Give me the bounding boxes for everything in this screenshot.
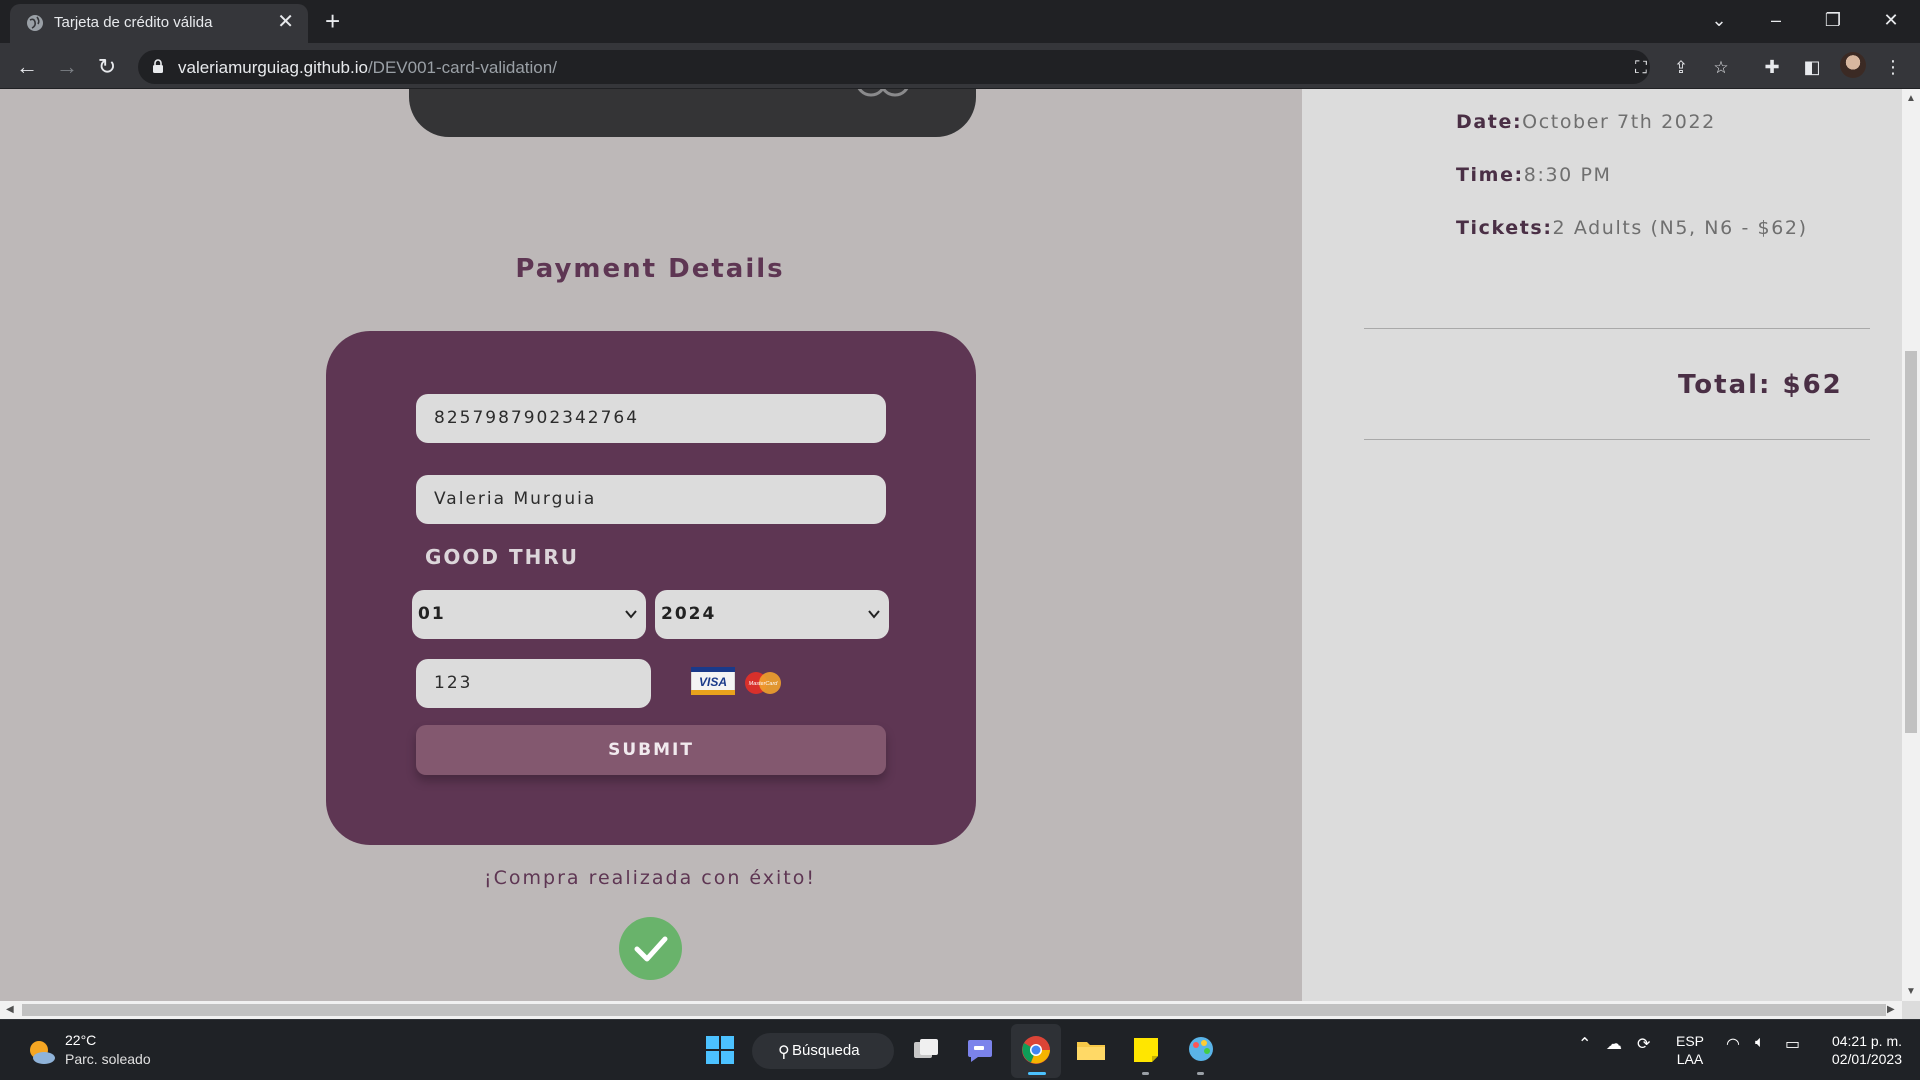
event-time: Time:8:30 PM [1456, 164, 1612, 186]
close-window-button[interactable]: ✕ [1871, 6, 1911, 34]
tab-title: Tarjeta de crédito válida [54, 14, 213, 31]
scroll-up-arrow-icon[interactable]: ▲ [1906, 93, 1916, 104]
taskbar-search[interactable]: ⚲ Búsqueda [752, 1033, 894, 1069]
restore-button[interactable]: ❐ [1813, 6, 1853, 34]
year-select-value: 2024 [661, 604, 717, 624]
scroll-left-arrow-icon[interactable]: ◀ [6, 1004, 14, 1015]
card-brand-circles-icon [857, 89, 909, 97]
success-check-icon [619, 917, 682, 980]
task-view-icon[interactable] [910, 1034, 942, 1066]
file-explorer-icon[interactable] [1075, 1034, 1107, 1066]
vertical-scrollbar[interactable]: ▲ ▼ [1902, 89, 1920, 1001]
browser-toolbar: ← → ↻ valeriamurguiag.github.io/DEV001-c… [0, 43, 1920, 89]
reload-button[interactable]: ↻ [93, 53, 121, 81]
weather-temperature[interactable]: 22°C [65, 1032, 96, 1048]
windows-start-icon[interactable] [704, 1034, 736, 1066]
order-total: Total: $62 [1678, 370, 1843, 400]
back-button[interactable]: ← [13, 53, 41, 81]
weather-description[interactable]: Parc. soleado [65, 1051, 151, 1067]
extensions-icon[interactable]: ✚ [1759, 54, 1785, 80]
wifi-icon[interactable]: ◠ [1726, 1034, 1740, 1054]
teams-chat-icon[interactable] [964, 1034, 996, 1066]
new-tab-button[interactable]: + [325, 6, 340, 36]
url-text: valeriamurguiag.github.io/DEV001-card-va… [178, 58, 557, 77]
paint-app-icon[interactable] [1185, 1034, 1217, 1066]
scroll-right-arrow-icon[interactable]: ▶ [1887, 1004, 1895, 1015]
sticky-running-indicator [1142, 1072, 1149, 1075]
show-hidden-icons-icon[interactable]: ⌃ [1578, 1034, 1591, 1054]
tab-strip: Tarjeta de crédito válida ✕ + ⌄ – ❐ ✕ [0, 0, 1920, 43]
clock-date: 02/01/2023 [1831, 1051, 1902, 1067]
horizontal-scroll-thumb[interactable] [22, 1004, 1886, 1016]
card-name-input[interactable]: Valeria Murguia [416, 475, 886, 524]
svg-text:MasterCard: MasterCard [749, 681, 779, 687]
bookmark-star-icon[interactable]: ☆ [1710, 58, 1732, 78]
forward-button[interactable]: → [53, 53, 81, 81]
tab-search-icon[interactable]: ⌄ [1699, 6, 1739, 34]
scroll-down-arrow-icon[interactable]: ▼ [1906, 986, 1916, 997]
cvv-input[interactable]: 123 [416, 659, 651, 708]
search-icon: ⚲ [778, 1044, 790, 1061]
share-icon[interactable]: ⇪ [1670, 58, 1692, 78]
battery-icon[interactable]: ▭ [1785, 1034, 1800, 1054]
svg-text:VISA: VISA [699, 675, 727, 689]
visa-logo-icon: VISA [691, 667, 735, 695]
search-label: Búsqueda [792, 1042, 860, 1059]
mastercard-logo-icon: MasterCard [745, 672, 781, 694]
clock-time: 04:21 p. m. [1831, 1033, 1902, 1049]
success-message: ¡Compra realizada con éxito! [484, 867, 816, 889]
profile-avatar[interactable] [1840, 52, 1866, 78]
sync-icon[interactable]: ⟳ [1637, 1034, 1650, 1054]
chevron-down-icon [868, 610, 880, 619]
menu-kebab-icon[interactable]: ⋮ [1880, 54, 1906, 80]
minimize-button[interactable]: – [1756, 6, 1796, 34]
month-select-value: 01 [418, 604, 446, 624]
month-select[interactable]: 01 [412, 590, 646, 639]
translate-icon[interactable]: ⛶ [1630, 58, 1652, 78]
horizontal-scrollbar[interactable]: ◀ ▶ [0, 1001, 1902, 1019]
lock-icon [153, 59, 163, 73]
payment-details-heading: Payment Details [515, 254, 785, 284]
windows-taskbar: 22°C Parc. soleado ⚲ Búsqueda ⌃ ☁ ⟳ ESP … [0, 1019, 1920, 1080]
chevron-down-icon [625, 610, 637, 619]
address-bar[interactable]: valeriamurguiag.github.io/DEV001-card-va… [138, 50, 1729, 84]
browser-tab[interactable]: Tarjeta de crédito válida ✕ [10, 4, 308, 43]
chrome-icon[interactable] [1020, 1034, 1052, 1066]
side-panel-icon[interactable]: ◧ [1799, 54, 1825, 80]
partly-sunny-icon[interactable] [26, 1036, 56, 1066]
volume-icon[interactable]: 🔈︎ [1755, 1034, 1765, 1052]
page-viewport: Payment Details 8257987902342764 Valeria… [0, 89, 1902, 1001]
credit-card-preview [409, 89, 976, 137]
summary-divider-bottom [1364, 439, 1870, 440]
summary-divider-top [1364, 328, 1870, 329]
close-tab-icon[interactable]: ✕ [277, 10, 294, 34]
chrome-running-indicator [1028, 1072, 1046, 1075]
scroll-corner [1902, 1001, 1920, 1019]
card-number-input[interactable]: 8257987902342764 [416, 394, 886, 443]
onedrive-cloud-icon[interactable]: ☁ [1606, 1034, 1622, 1054]
vertical-scroll-thumb[interactable] [1905, 351, 1917, 733]
sticky-notes-icon[interactable] [1130, 1034, 1162, 1066]
keyboard-layout: LAA [1676, 1051, 1704, 1067]
globe-icon [27, 15, 43, 31]
submit-button[interactable]: SUBMIT [416, 725, 886, 775]
event-tickets: Tickets:2 Adults (N5, N6 - $62) [1456, 217, 1808, 239]
language-indicator[interactable]: ESP LAA [1676, 1032, 1704, 1068]
event-date: Date:October 7th 2022 [1456, 111, 1716, 133]
language-code: ESP [1676, 1033, 1705, 1049]
good-thru-label: GOOD THRU [425, 545, 580, 569]
system-clock[interactable]: 04:21 p. m. 02/01/2023 [1820, 1032, 1902, 1068]
paint-running-indicator [1197, 1072, 1204, 1075]
year-select[interactable]: 2024 [655, 590, 889, 639]
